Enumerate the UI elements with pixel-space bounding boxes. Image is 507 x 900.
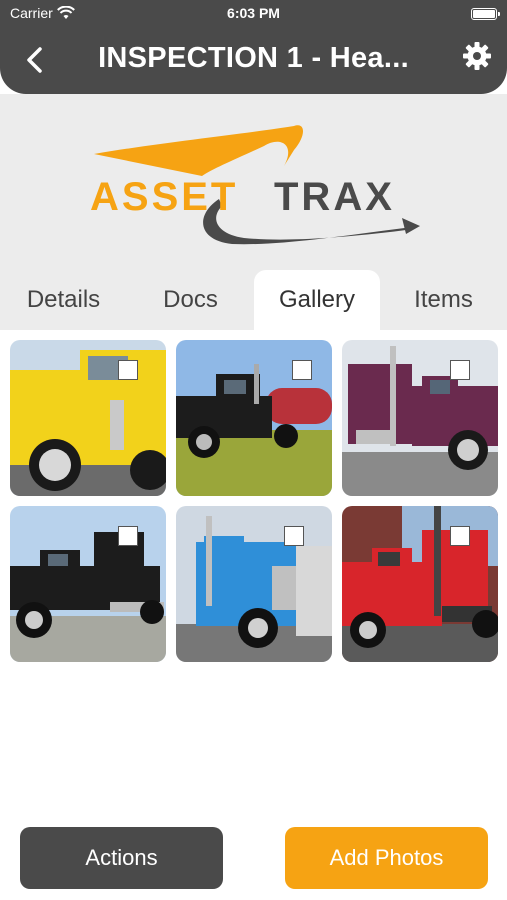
photo-select-checkbox[interactable]: [118, 360, 138, 380]
gallery-photo-1[interactable]: [10, 340, 166, 496]
actions-button[interactable]: Actions: [20, 827, 223, 889]
truck-photo-image: [176, 506, 332, 662]
logo-text-asset: ASSET: [90, 175, 238, 219]
battery-icon: [471, 8, 500, 20]
title-bar: INSPECTION 1 - Hea...: [0, 34, 507, 86]
gear-icon[interactable]: [461, 40, 493, 72]
chevron-left-icon[interactable]: [20, 44, 52, 76]
clock: 6:03 PM: [227, 5, 280, 21]
truck-photo-image: [10, 340, 166, 496]
gallery-photo-3[interactable]: [342, 340, 498, 496]
gallery-photo-5[interactable]: [176, 506, 332, 662]
truck-photo-image: [10, 506, 166, 662]
tab-items-label: Items: [414, 286, 473, 313]
tab-details-label: Details: [26, 286, 101, 313]
truck-photo-image: [342, 340, 498, 496]
gallery-photo-4[interactable]: [10, 506, 166, 662]
tab-bar: Details Docs Gallery Items: [0, 270, 507, 330]
asset-trax-logo: ASSET TRAX: [90, 125, 420, 245]
add-photos-button[interactable]: Add Photos: [285, 827, 488, 889]
photo-select-checkbox[interactable]: [284, 526, 304, 546]
page-title: INSPECTION 1 - Hea...: [98, 42, 409, 74]
tab-docs[interactable]: Docs: [127, 270, 254, 330]
screen: Carrier 6:03 PM INSPECTION 1 - Hea... AS…: [0, 0, 507, 900]
logo-banner: ASSET TRAX Details Docs Gallery Items: [0, 94, 507, 330]
tab-gallery[interactable]: Gallery: [254, 270, 380, 330]
photo-select-checkbox[interactable]: [450, 526, 470, 546]
photo-select-checkbox[interactable]: [292, 360, 312, 380]
logo-text-trax: TRAX: [274, 175, 395, 219]
status-bar: Carrier 6:03 PM: [0, 0, 507, 28]
tab-docs-label: Docs: [163, 286, 218, 313]
photo-select-checkbox[interactable]: [118, 526, 138, 546]
truck-photo-image: [342, 506, 498, 662]
tab-details[interactable]: Details: [0, 270, 127, 330]
tab-items[interactable]: Items: [380, 270, 507, 330]
header: Carrier 6:03 PM INSPECTION 1 - Hea...: [0, 0, 507, 94]
gallery-photo-2[interactable]: [176, 340, 332, 496]
photo-select-checkbox[interactable]: [450, 360, 470, 380]
gallery-photo-6[interactable]: [342, 506, 498, 662]
tab-gallery-label: Gallery: [278, 286, 356, 313]
